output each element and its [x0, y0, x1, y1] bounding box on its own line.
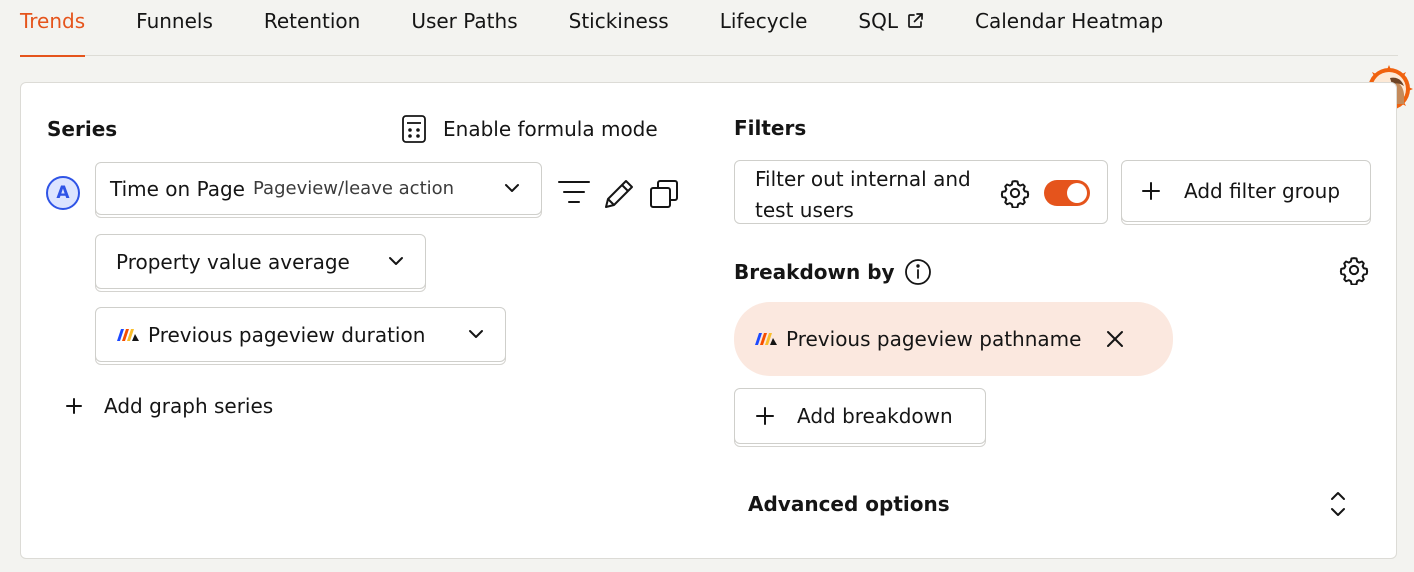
plus-icon [1142, 182, 1160, 200]
property-select[interactable]: Previous pageview duration [95, 307, 506, 362]
internal-users-filter-line: test users [755, 198, 854, 222]
tab-label: Trends [20, 9, 86, 33]
internal-users-filter-line: Filter out internal and [755, 167, 971, 191]
gear-icon[interactable] [1339, 255, 1369, 285]
chevron-down-icon [469, 330, 483, 338]
tab-label: Stickiness [568, 9, 669, 33]
breakdown-title-text: Breakdown by [734, 260, 895, 284]
property-icon [755, 333, 777, 345]
add-graph-series-label: Add graph series [104, 394, 274, 418]
add-filter-group-button[interactable]: Add filter group [1121, 160, 1371, 222]
tab-sql[interactable]: SQL [858, 0, 924, 56]
breakdown-chip-label: Previous pageview pathname [786, 327, 1082, 351]
filter-icon [558, 181, 590, 203]
aggregation-label: Property value average [116, 249, 350, 274]
plus-icon [66, 398, 82, 414]
tab-lifecycle[interactable]: Lifecycle [720, 0, 808, 56]
tab-label: SQL [858, 9, 899, 33]
event-name: Time on Page [110, 176, 245, 201]
insight-type-tabs: Trends Funnels Retention User Paths Stic… [20, 0, 1398, 57]
chevron-up-down-icon[interactable] [1327, 489, 1349, 519]
close-icon[interactable] [1106, 330, 1124, 348]
external-link-icon [908, 13, 923, 28]
query-editor-panel: Series Enable formula mode A Time on Pag… [20, 82, 1397, 559]
copy-icon [650, 180, 678, 208]
add-graph-series-button[interactable]: Add graph series [65, 392, 273, 420]
add-breakdown-label: Add breakdown [797, 404, 953, 428]
internal-users-filter-label: Filter out internal and test users [755, 164, 971, 226]
formula-mode-label: Enable formula mode [443, 117, 658, 141]
tab-label: Funnels [136, 9, 213, 33]
property-icon [117, 328, 139, 341]
tab-label: User Paths [411, 9, 518, 33]
series-title: Series [47, 117, 118, 141]
add-filter-group-label: Add filter group [1184, 179, 1341, 203]
plus-icon [756, 407, 774, 425]
tab-funnels[interactable]: Funnels [136, 0, 213, 56]
tab-user-paths[interactable]: User Paths [411, 0, 517, 56]
pencil-icon [605, 180, 633, 208]
filter-series-button[interactable] [555, 175, 593, 209]
event-subtitle: Pageview/leave action [253, 178, 455, 199]
filters-title: Filters [734, 116, 807, 140]
formula-mode-button[interactable]: Enable formula mode [401, 113, 658, 145]
rename-series-button[interactable] [601, 176, 637, 212]
gear-icon[interactable] [1000, 178, 1030, 208]
info-icon[interactable] [904, 258, 932, 286]
duplicate-series-button[interactable] [647, 177, 681, 211]
tab-retention[interactable]: Retention [264, 0, 360, 56]
tab-trends[interactable]: Trends [20, 0, 86, 57]
tab-stickiness[interactable]: Stickiness [569, 0, 669, 56]
internal-users-toggle[interactable] [1044, 180, 1090, 206]
event-select[interactable]: Time on Page Pageview/leave action [95, 162, 542, 215]
tab-label: Retention [263, 9, 361, 33]
aggregation-select[interactable]: Property value average [95, 234, 426, 289]
advanced-options-toggle[interactable]: Advanced options [748, 492, 950, 516]
chevron-down-icon [389, 257, 403, 265]
breakdown-title: Breakdown by [734, 258, 932, 286]
add-breakdown-button[interactable]: Add breakdown [734, 388, 986, 444]
series-badge: A [46, 176, 80, 210]
tab-label: Lifecycle [719, 9, 808, 33]
internal-users-filter: Filter out internal and test users [734, 160, 1108, 224]
breakdown-chip[interactable]: Previous pageview pathname [734, 302, 1173, 376]
chevron-down-icon [505, 184, 519, 192]
property-label: Previous pageview duration [148, 322, 426, 347]
tab-calendar-heatmap[interactable]: Calendar Heatmap [975, 0, 1163, 56]
calculator-icon [402, 115, 426, 143]
tab-label: Calendar Heatmap [975, 9, 1164, 33]
